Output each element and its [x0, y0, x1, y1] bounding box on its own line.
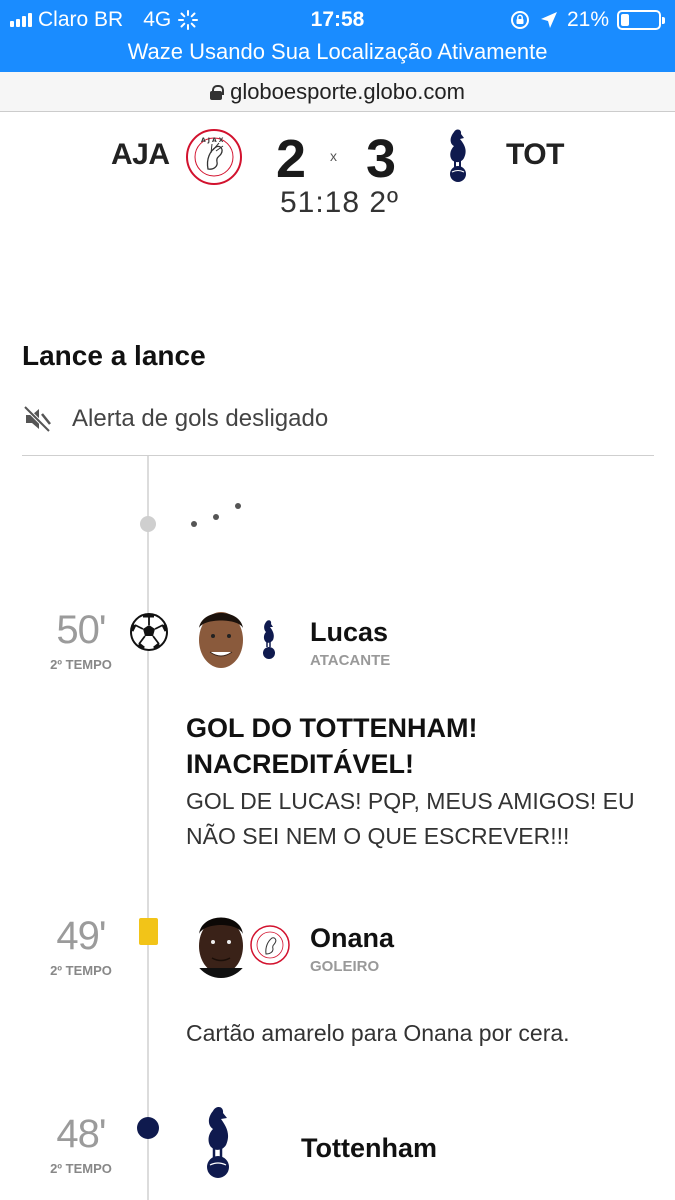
- goal-alert-label: Alerta de gols desligado: [72, 405, 329, 432]
- player-name[interactable]: Lucas: [310, 617, 388, 648]
- home-team-abbr: AJA: [111, 138, 170, 171]
- lock-icon: [210, 84, 225, 100]
- event-minute: 48': [56, 1112, 106, 1156]
- speaker-muted-icon: [23, 405, 51, 433]
- match-clock: 51:18 2º: [279, 186, 400, 219]
- tottenham-crest-icon: [450, 129, 466, 182]
- timeline-line: [147, 456, 149, 1200]
- score-separator: x: [330, 148, 337, 164]
- player-name[interactable]: Onana: [310, 923, 394, 954]
- rotation-lock-icon: [510, 11, 529, 29]
- location-banner[interactable]: Waze Usando Sua Localização Ativamente: [0, 38, 675, 66]
- event-text: GOL DE LUCAS! PQP, MEUS AMIGOS! EU NÃO S…: [186, 788, 635, 849]
- event-period: 2º TEMPO: [50, 1161, 112, 1176]
- avatar: [190, 602, 252, 672]
- away-team-abbr: TOT: [506, 138, 564, 171]
- url-bar[interactable]: globoesporte.globo.com: [0, 72, 675, 112]
- url-text: globoesporte.globo.com: [230, 78, 465, 104]
- player-role: GOLEIRO: [310, 958, 380, 975]
- timeline-dot: [140, 516, 156, 532]
- tottenham-crest-icon: [207, 1107, 229, 1178]
- battery-icon: [617, 10, 665, 30]
- navy-dot-icon: [137, 1117, 159, 1139]
- svg-text:A J A X: A J A X: [201, 137, 224, 144]
- location-arrow-icon: [540, 12, 557, 28]
- home-score: 2: [276, 129, 307, 189]
- event-headline: GOL DO TOTTENHAM! INACREDITÁVEL!: [186, 713, 478, 779]
- away-score: 3: [366, 129, 397, 189]
- ajax-crest-icon: A J A X: [186, 129, 242, 185]
- more-events-icon[interactable]: [190, 500, 250, 530]
- event-minute: 49': [56, 914, 106, 958]
- event-minute: 50': [56, 608, 106, 652]
- team-name[interactable]: Tottenham: [301, 1133, 437, 1164]
- divider: [22, 455, 654, 456]
- event-period: 2º TEMPO: [50, 657, 112, 672]
- soccer-ball-icon: [130, 613, 168, 651]
- goal-alert-toggle[interactable]: Alerta de gols desligado: [22, 404, 328, 434]
- avatar: [190, 908, 252, 978]
- tottenham-crest-icon: [263, 620, 275, 659]
- page-title: Lance a lance: [22, 340, 206, 371]
- yellow-card-icon: [139, 918, 158, 945]
- battery-percent: 21%: [566, 8, 609, 31]
- status-bar: Claro BR 4G 17:58 21% Waze Usando Sua Lo…: [0, 0, 675, 72]
- event-period: 2º TEMPO: [50, 963, 112, 978]
- player-role: ATACANTE: [310, 652, 391, 669]
- ajax-crest-icon: [250, 925, 290, 965]
- event-text: Cartão amarelo para Onana por cera.: [186, 1020, 570, 1046]
